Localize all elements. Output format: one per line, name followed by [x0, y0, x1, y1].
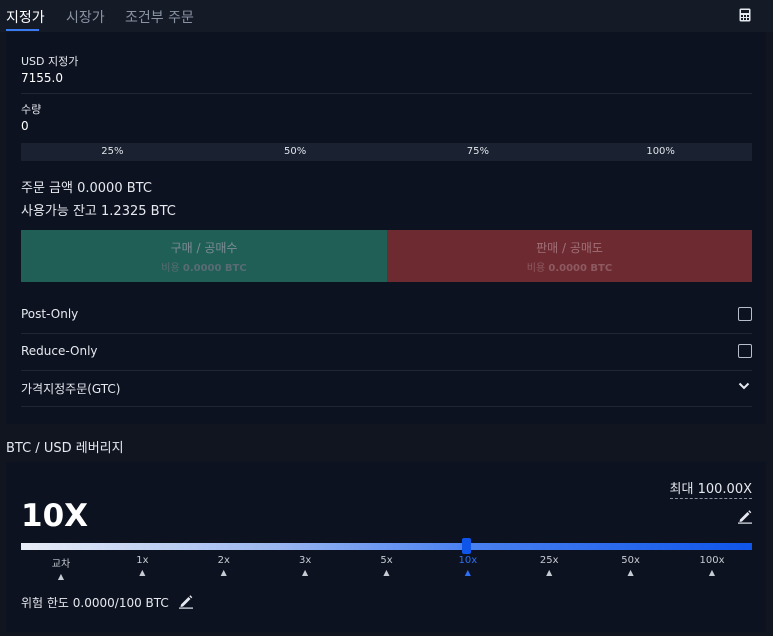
- quantity-input[interactable]: 0: [21, 119, 29, 133]
- leverage-tick-label: 1x: [136, 555, 149, 566]
- time-in-force-select[interactable]: 가격지정주문(GTC): [21, 370, 752, 406]
- post-only-option[interactable]: Post-Only: [21, 297, 752, 333]
- percent-25-button[interactable]: 25%: [21, 143, 204, 161]
- percent-75-button[interactable]: 75%: [387, 143, 570, 161]
- leverage-tick[interactable]: 교차 ▲: [41, 555, 81, 581]
- leverage-tick-label: 25x: [539, 555, 559, 566]
- tick-marker-icon: ▲: [57, 572, 65, 581]
- tab-market[interactable]: 시장가: [66, 7, 105, 27]
- divider: [21, 406, 752, 407]
- reduce-only-checkbox[interactable]: [738, 344, 752, 358]
- buy-cost-label: 비용: [161, 263, 180, 274]
- leverage-tick-label: 3x: [298, 555, 312, 566]
- leverage-tick-label: 100x: [699, 555, 725, 566]
- time-in-force-label: 가격지정주문(GTC): [21, 382, 121, 396]
- order-form: USD 지정가 7155.0 수량 0 25% 50% 75% 100% 주문 …: [6, 32, 766, 424]
- post-only-label: Post-Only: [21, 307, 79, 321]
- risk-limit: 위험 한도 0.0000/100 BTC: [21, 596, 169, 610]
- tick-marker-icon: ▲: [464, 568, 471, 577]
- leverage-tick-label: 10x: [458, 555, 478, 566]
- leverage-tick[interactable]: 50x ▲: [611, 555, 651, 577]
- pencil-icon[interactable]: [178, 593, 194, 609]
- leverage-title: BTC / USD 레버리지: [6, 441, 124, 456]
- leverage-panel: 최대 100.00X 10X 교차 ▲ 1x ▲ 2x ▲ 3x ▲ 5x ▲ 10x ▲ 25x ▲ 50…: [6, 462, 766, 632]
- reduce-only-option[interactable]: Reduce-Only: [21, 334, 752, 370]
- price-input[interactable]: 7155.0: [21, 71, 63, 85]
- price-label: USD 지정가: [21, 55, 79, 68]
- percent-50-button[interactable]: 50%: [204, 143, 387, 161]
- leverage-tick-label: 2x: [217, 555, 230, 566]
- leverage-tick[interactable]: 5x ▲: [367, 555, 407, 577]
- buy-long-button[interactable]: 구매 / 공매수 비용 0.0000 BTC: [21, 230, 387, 282]
- chevron-down-icon: [738, 382, 750, 390]
- tick-marker-icon: ▲: [546, 568, 553, 577]
- quantity-label: 수량: [21, 103, 42, 116]
- percent-100-button[interactable]: 100%: [569, 143, 752, 161]
- tab-conditional[interactable]: 조건부 주문: [125, 7, 194, 27]
- reduce-only-label: Reduce-Only: [21, 344, 98, 358]
- sell-short-button[interactable]: 판매 / 공매도 비용 0.0000 BTC: [387, 230, 752, 282]
- available-balance: 사용가능 잔고 1.2325 BTC: [21, 204, 176, 219]
- leverage-tick[interactable]: 10x ▲: [448, 555, 488, 577]
- tick-marker-icon: ▲: [627, 568, 634, 577]
- calculator-icon[interactable]: [739, 8, 751, 22]
- leverage-tick-label: 교차: [51, 559, 71, 570]
- tick-marker-icon: ▲: [220, 568, 227, 577]
- leverage-tick-label: 5x: [380, 555, 393, 566]
- sell-cost-value: 0.0000 BTC: [548, 263, 613, 274]
- order-type-tabs: 지정가 시장가 조건부 주문: [0, 0, 773, 32]
- pencil-icon[interactable]: [737, 508, 753, 524]
- post-only-checkbox[interactable]: [738, 307, 752, 321]
- current-leverage: 10X: [21, 498, 89, 534]
- leverage-slider-handle[interactable]: [462, 538, 471, 554]
- buy-cost-value: 0.0000 BTC: [182, 263, 247, 274]
- tab-limit[interactable]: 지정가: [6, 7, 45, 27]
- sell-cost-label: 비용: [526, 263, 546, 274]
- tick-marker-icon: ▲: [708, 568, 716, 577]
- tick-marker-icon: ▲: [302, 568, 309, 577]
- divider: [21, 93, 752, 94]
- leverage-tick[interactable]: 1x ▲: [122, 555, 162, 577]
- order-amount: 주문 금액 0.0000 BTC: [21, 181, 152, 196]
- leverage-tick[interactable]: 3x ▲: [285, 555, 325, 577]
- leverage-tick[interactable]: 25x ▲: [529, 555, 569, 577]
- buy-button-label: 구매 / 공매수: [170, 241, 238, 255]
- tick-marker-icon: ▲: [383, 568, 390, 577]
- sell-button-label: 판매 / 공매도: [536, 241, 603, 255]
- active-tab-indicator: [6, 29, 39, 31]
- leverage-slider[interactable]: [21, 543, 752, 550]
- percent-selector: 25% 50% 75% 100%: [21, 143, 752, 161]
- max-leverage: 최대 100.00X: [669, 478, 752, 499]
- leverage-tick-label: 50x: [621, 555, 640, 566]
- sell-cost: 비용 0.0000 BTC: [387, 259, 752, 274]
- leverage-tick[interactable]: 100x ▲: [692, 555, 732, 577]
- buy-cost: 비용 0.0000 BTC: [21, 259, 387, 274]
- leverage-tick[interactable]: 2x ▲: [204, 555, 244, 577]
- tick-marker-icon: ▲: [139, 568, 146, 577]
